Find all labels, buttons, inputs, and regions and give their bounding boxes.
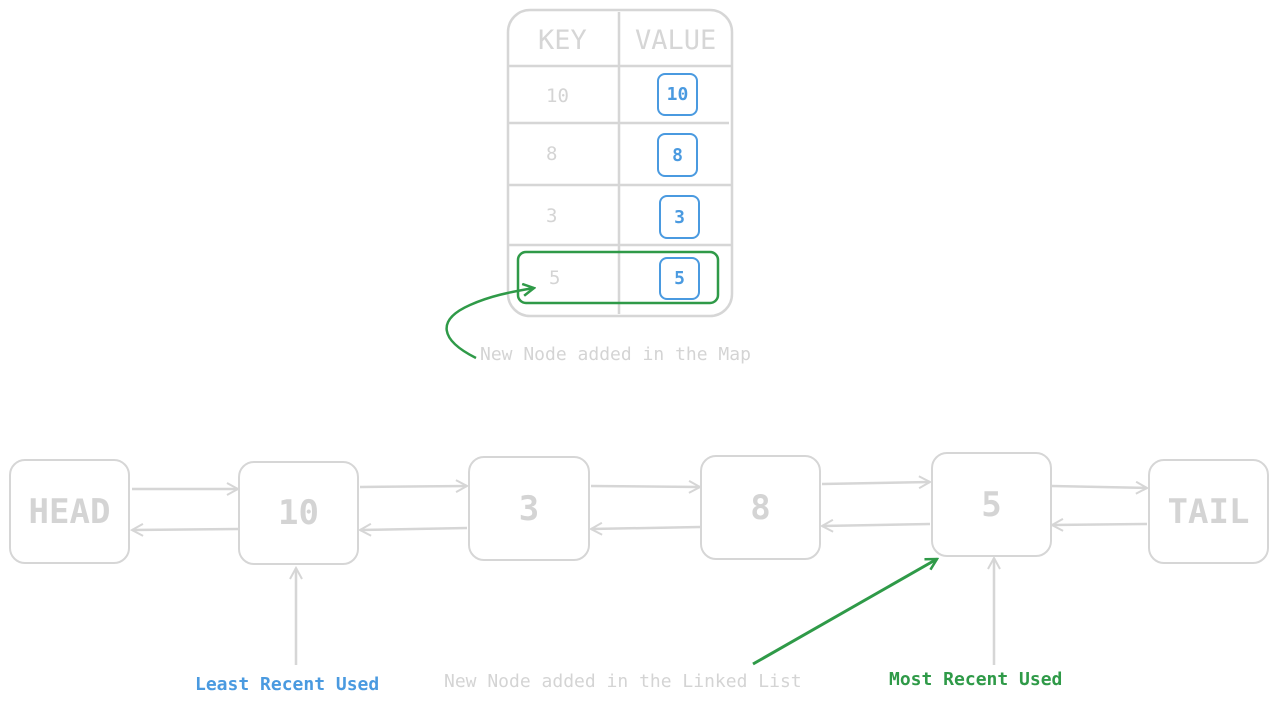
next-arrow-5-tail (1051, 486, 1147, 488)
next-arrow-8-5 (821, 482, 930, 484)
list-node-head: HEAD (9, 459, 130, 564)
map-header-value: VALUE (635, 24, 717, 56)
prev-arrow-tail-5 (1052, 524, 1148, 525)
next-arrow-3-8 (590, 486, 700, 487)
list-annotation: New Node added in the Linked List (444, 671, 802, 692)
map-row-key: 8 (546, 143, 558, 165)
map-row-value: 8 (657, 133, 698, 177)
map-row-key: 10 (546, 85, 569, 107)
prev-arrow-8-3 (591, 527, 701, 529)
mru-label: Most Recent Used (889, 669, 1063, 690)
map-annotation: New Node added in the Map (480, 344, 751, 365)
map-row-key: 3 (546, 205, 558, 227)
list-annotation-arrow (752, 557, 937, 666)
next-arrow-10-3 (359, 486, 467, 487)
lru-label: Least Recent Used (195, 674, 380, 695)
list-node: 3 (468, 456, 590, 561)
prev-arrow-10-head (132, 529, 239, 530)
map-row-value-new: 5 (659, 257, 700, 300)
map-row-value: 10 (657, 73, 698, 116)
map-header-key: KEY (538, 24, 587, 56)
list-node-tail: TAIL (1148, 459, 1269, 564)
list-node-new: 5 (931, 452, 1052, 557)
prev-arrow-3-10 (360, 528, 468, 530)
list-node: 8 (700, 455, 821, 560)
map-row-key-new: 5 (549, 267, 561, 289)
prev-arrow-5-8 (822, 524, 931, 526)
map-row-value: 3 (659, 195, 700, 239)
list-node: 10 (238, 461, 359, 565)
